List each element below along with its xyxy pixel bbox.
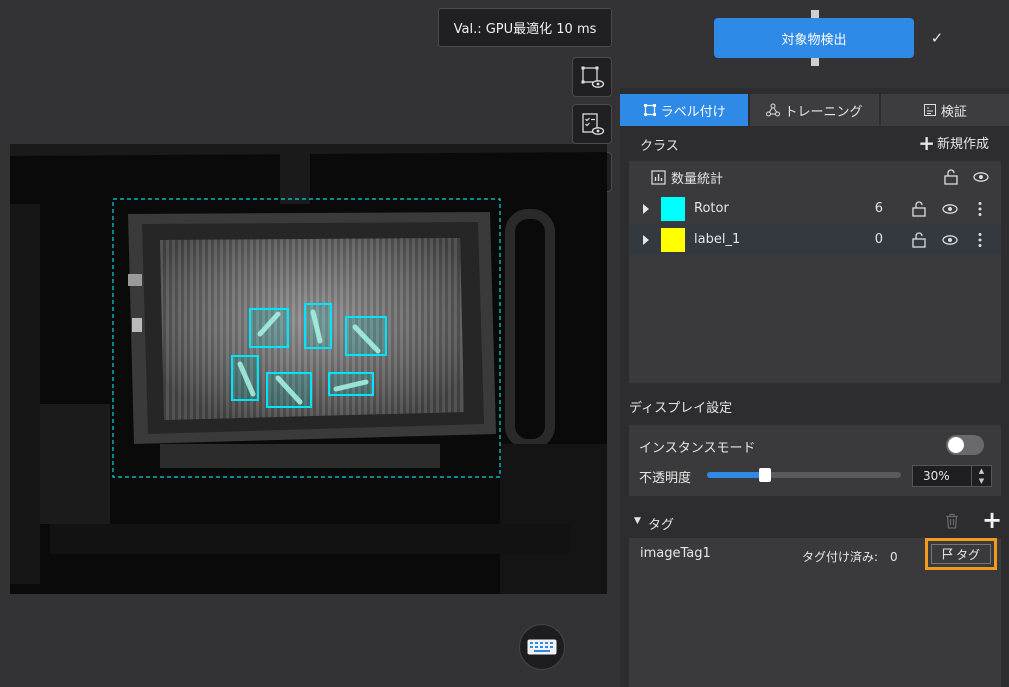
- decrement-icon[interactable]: ▼: [972, 476, 991, 486]
- tab-training[interactable]: トレーニング: [750, 94, 879, 126]
- validation-text: Val.: GPU最適化 10 ms: [453, 22, 597, 37]
- module-tabs: ラベル付け トレーニング 検証: [620, 94, 1009, 126]
- class-list: 数量統計 Rotor 6 label_1 0: [629, 161, 1001, 383]
- eye-icon[interactable]: [972, 168, 990, 186]
- side-panel: 対象物検出 ✓ ラベル付け トレーニング 検証 クラス + 新規作成 数量統計 …: [620, 0, 1009, 687]
- instance-mode-label: インスタンスモード: [639, 441, 756, 456]
- increment-icon[interactable]: ▲: [972, 466, 991, 476]
- new-class-button[interactable]: + 新規作成: [918, 130, 989, 155]
- unlock-icon[interactable]: [942, 168, 960, 186]
- opacity-label: 不透明度: [639, 471, 692, 486]
- class-color-swatch[interactable]: [661, 196, 685, 221]
- chart-icon: [923, 104, 936, 116]
- more-menu-icon[interactable]: [971, 200, 989, 218]
- collapse-caret-icon[interactable]: ▼: [634, 516, 641, 526]
- class-name: label_1: [694, 232, 741, 247]
- plus-icon: +: [918, 130, 935, 155]
- statistics-row[interactable]: 数量統計: [629, 161, 1001, 193]
- tab-training-label: トレーニング: [784, 104, 863, 120]
- validation-info: Val.: GPU最適化 10 ms: [438, 8, 612, 47]
- network-icon: [766, 103, 781, 117]
- trash-icon[interactable]: [943, 512, 961, 530]
- apply-tag-button[interactable]: タグ: [925, 538, 997, 570]
- tab-labeling[interactable]: ラベル付け: [620, 94, 749, 126]
- tag-name: imageTag1: [640, 546, 711, 561]
- detect-toolbar: 対象物検出 ✓: [620, 0, 1009, 88]
- checklist-visibility-icon: [582, 113, 605, 135]
- tab-validation[interactable]: 検証: [880, 94, 1009, 126]
- statistics-label: 数量統計: [671, 171, 724, 187]
- eye-icon[interactable]: [941, 231, 959, 249]
- keyboard-button[interactable]: [519, 624, 565, 670]
- annotation-visibility-button[interactable]: [572, 57, 612, 97]
- flow-connector-top: [811, 10, 819, 18]
- bar-chart-icon: [651, 169, 666, 185]
- instance-mode-toggle[interactable]: [946, 435, 984, 455]
- new-class-label: 新規作成: [936, 137, 989, 152]
- tag-list: imageTag1 タグ付け済み: 0 タグ: [629, 538, 1001, 687]
- eye-icon[interactable]: [941, 200, 959, 218]
- more-menu-icon[interactable]: [971, 231, 989, 249]
- tag-status: タグ付け済み: 0: [802, 550, 898, 564]
- expand-caret-icon[interactable]: [643, 203, 649, 214]
- add-tag-icon[interactable]: +: [982, 506, 1002, 534]
- label-icon: [643, 104, 656, 116]
- apply-tag-label: タグ: [955, 547, 980, 562]
- tag-section-header: ▼ タグ +: [620, 506, 1009, 536]
- unlock-icon[interactable]: [910, 231, 928, 249]
- expand-caret-icon[interactable]: [643, 234, 649, 245]
- opacity-slider-thumb[interactable]: [759, 468, 772, 482]
- class-count: 0: [874, 232, 883, 247]
- opacity-spinbox[interactable]: ▲ ▼: [912, 465, 992, 487]
- display-settings-title: ディスプレイ設定: [629, 401, 733, 416]
- class-row-label-1[interactable]: label_1 0: [629, 224, 1001, 255]
- tag-section-title: タグ: [648, 518, 675, 533]
- flow-connector-bottom: [811, 58, 819, 66]
- class-section-title: クラス: [640, 139, 679, 154]
- class-count: 6: [874, 201, 883, 216]
- object-detection-label: 対象物検出: [781, 32, 847, 48]
- annotation-visibility-icon: [581, 66, 605, 88]
- opacity-slider[interactable]: [707, 468, 901, 482]
- flag-icon: [942, 548, 953, 560]
- object-detection-button[interactable]: 対象物検出: [714, 18, 914, 58]
- class-name: Rotor: [694, 201, 729, 216]
- opacity-input[interactable]: [913, 466, 971, 486]
- keyboard-icon: [527, 639, 557, 655]
- checklist-visibility-button[interactable]: [572, 104, 612, 144]
- check-icon[interactable]: ✓: [925, 26, 949, 50]
- tab-validation-label: 検証: [940, 104, 967, 120]
- tab-labeling-label: ラベル付け: [660, 104, 726, 120]
- display-settings: インスタンスモード 不透明度 ▲ ▼: [629, 425, 1001, 496]
- class-color-swatch[interactable]: [661, 227, 685, 252]
- class-row-rotor[interactable]: Rotor 6: [629, 193, 1001, 224]
- image-canvas[interactable]: Val.: GPU最適化 10 ms: [0, 0, 620, 687]
- camera-image[interactable]: [10, 144, 607, 594]
- unlock-icon[interactable]: [910, 200, 928, 218]
